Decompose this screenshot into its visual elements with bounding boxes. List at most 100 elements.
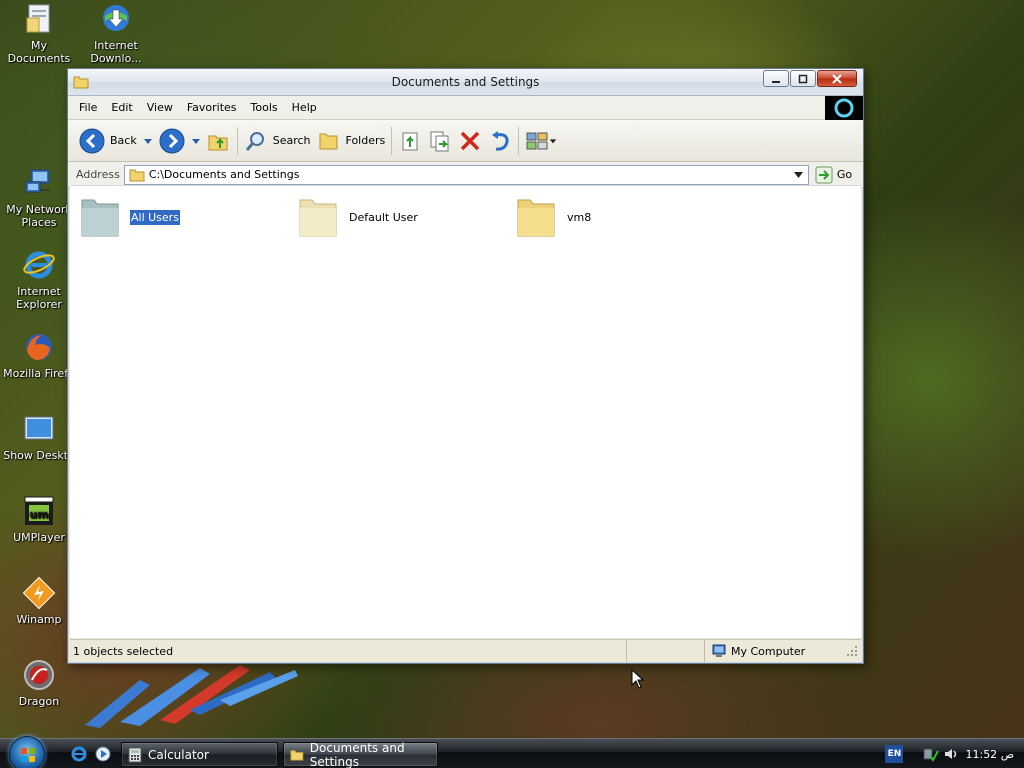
menu-help[interactable]: Help (285, 101, 324, 114)
forward-button[interactable] (156, 124, 188, 158)
menu-tools[interactable]: Tools (244, 101, 285, 114)
taskbar-button-documents-and-settings[interactable]: Documents and Settings (283, 740, 438, 768)
status-middle-panel (627, 640, 705, 662)
network-places-icon (22, 166, 56, 200)
taskbar: Calculator Documents and Settings EN 11:… (0, 736, 1024, 768)
taskbar-button-label: Documents and Settings (309, 740, 405, 768)
toolbar-separator (391, 126, 393, 155)
forward-arrow-icon (159, 128, 185, 153)
folder-name: All Users (129, 208, 181, 226)
start-button[interactable] (9, 736, 45, 768)
menu-file[interactable]: File (72, 101, 104, 114)
maximize-icon (798, 74, 808, 83)
back-label: Back (110, 134, 137, 147)
search-label: Search (272, 134, 311, 147)
menu-favorites[interactable]: Favorites (180, 101, 244, 114)
menu-view[interactable]: View (140, 101, 180, 114)
resize-grip-icon[interactable] (845, 644, 859, 658)
folder-name: vm8 (567, 210, 592, 224)
search-button[interactable]: Search (241, 124, 314, 158)
go-button[interactable]: Go (815, 166, 852, 184)
desktop-icon-label: Internet Downlo... (90, 39, 142, 65)
status-bar: 1 objects selected My Computer (70, 639, 861, 662)
windows-throbber-icon (825, 96, 863, 120)
search-icon (245, 131, 264, 151)
address-input[interactable]: C:\Documents and Settings (123, 164, 809, 185)
firefox-icon (22, 330, 56, 364)
folder-icon (517, 199, 555, 237)
folders-button[interactable]: Folders (314, 124, 389, 158)
internet-explorer-icon (22, 248, 56, 282)
window-titlebar[interactable]: Documents and Settings (68, 69, 863, 96)
minimize-icon (772, 80, 780, 83)
folders-icon (319, 133, 338, 149)
internet-download-manager-icon (99, 2, 133, 36)
standard-toolbar: Back Search Folders (68, 120, 863, 162)
taskbar-clock[interactable]: 11:52 ص (965, 748, 1014, 761)
back-button[interactable]: Back (76, 124, 140, 158)
chevron-down-icon (143, 138, 152, 144)
language-indicator[interactable]: EN (885, 745, 904, 763)
menu-edit[interactable]: Edit (104, 101, 139, 114)
close-button[interactable] (817, 70, 857, 87)
folder-icon (299, 199, 337, 237)
address-dropdown-button[interactable] (792, 167, 806, 183)
views-icon (526, 132, 548, 149)
maximize-button[interactable] (790, 70, 816, 87)
system-tray: EN 11:52 ص (885, 739, 1024, 768)
back-dropdown-button[interactable] (140, 124, 156, 158)
show-desktop-icon (22, 412, 56, 446)
status-zone: My Computer (705, 640, 845, 662)
folder-item-all-users[interactable]: All Users (78, 194, 181, 240)
back-arrow-icon (79, 128, 105, 153)
go-label: Go (836, 168, 853, 181)
desktop-icon-dragon[interactable]: Dragon (0, 658, 78, 708)
folder-view[interactable]: All Users Default User vm8 (70, 185, 861, 638)
move-to-button[interactable] (395, 124, 425, 158)
winamp-icon (22, 576, 56, 610)
internet-explorer-icon[interactable] (70, 745, 88, 763)
dragon-icon (22, 658, 56, 692)
move-to-icon (402, 132, 418, 150)
window-title: Documents and Settings (391, 75, 540, 89)
folder-icon (290, 749, 304, 761)
chevron-down-icon (794, 171, 804, 178)
mouse-cursor-icon (631, 669, 645, 689)
quick-launch (70, 745, 118, 763)
delete-button[interactable] (455, 124, 485, 158)
network-status-icon[interactable] (923, 746, 940, 762)
folder-item-default-user[interactable]: Default User (296, 194, 419, 240)
folder-icon (81, 199, 119, 237)
my-computer-icon (712, 644, 726, 657)
windows-logo-icon (21, 748, 35, 762)
menu-bar: File Edit View Favorites Tools Help (68, 96, 863, 120)
undo-icon (492, 130, 509, 151)
volume-icon[interactable] (943, 746, 959, 762)
svg-text:um: um (29, 508, 48, 521)
taskbar-button-calculator[interactable]: Calculator (121, 742, 278, 767)
my-documents-icon (22, 2, 56, 36)
minimize-button[interactable] (763, 70, 789, 87)
status-zone-label: My Computer (731, 644, 806, 658)
chevron-down-icon (550, 138, 557, 143)
desktop-icon-my-documents[interactable]: My Documents (0, 2, 78, 65)
media-player-icon[interactable] (94, 745, 112, 763)
desktop-icon-internet-download[interactable]: Internet Downlo... (77, 2, 155, 65)
views-button[interactable] (522, 124, 560, 158)
address-label: Address (76, 168, 120, 181)
calculator-icon (128, 747, 142, 762)
go-arrow-icon (815, 166, 833, 183)
folders-label: Folders (345, 134, 386, 147)
address-value: C:\Documents and Settings (148, 168, 300, 181)
copy-to-icon (430, 131, 449, 151)
desktop-icon-label: My Documents (7, 39, 71, 65)
up-folder-icon (208, 135, 228, 150)
folder-item-vm8[interactable]: vm8 (514, 194, 592, 240)
explorer-window[interactable]: Documents and Settings File Edit View Fa… (67, 68, 864, 664)
wallpaper-decoration (85, 665, 298, 728)
up-folder-button[interactable] (204, 124, 234, 158)
chevron-down-icon (191, 138, 200, 144)
forward-dropdown-button[interactable] (188, 124, 204, 158)
copy-to-button[interactable] (425, 124, 455, 158)
undo-button[interactable] (485, 124, 515, 158)
